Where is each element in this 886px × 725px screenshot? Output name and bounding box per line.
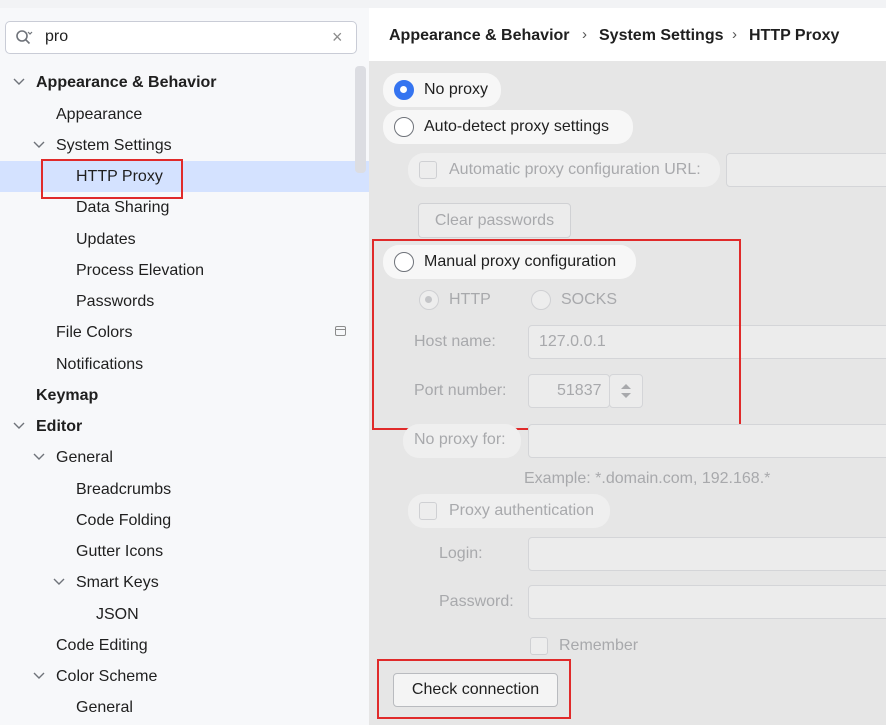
- tree-item-label: JSON: [96, 606, 139, 623]
- tree-item-json[interactable]: JSON: [0, 599, 369, 630]
- no-proxy-example-hint: Example: *.domain.com, 192.168.*: [524, 470, 771, 487]
- auto-config-url-field[interactable]: [726, 153, 886, 187]
- tree-item-label: Code Editing: [56, 637, 148, 654]
- chevron-down-icon[interactable]: [32, 130, 46, 161]
- tree-item-file-colors[interactable]: File Colors: [0, 317, 369, 348]
- tree-item-general[interactable]: General: [0, 442, 369, 473]
- login-field[interactable]: [528, 537, 886, 571]
- tree-item-smart-keys[interactable]: Smart Keys: [0, 567, 369, 598]
- breadcrumb: Appearance & Behavior › System Settings …: [369, 8, 886, 61]
- password-field[interactable]: [528, 585, 886, 619]
- highlight-box-check-connection: [377, 659, 571, 719]
- search-icon: [16, 30, 33, 45]
- auto-config-url-label: Automatic proxy configuration URL:: [449, 161, 701, 178]
- no-proxy-for-label: No proxy for:: [414, 431, 506, 448]
- breadcrumb-separator: ›: [732, 26, 737, 43]
- tree-item-data-sharing[interactable]: Data Sharing: [0, 192, 369, 223]
- tree-item-label: Data Sharing: [76, 199, 170, 216]
- project-level-icon: [335, 326, 346, 336]
- sidebar-scrollbar[interactable]: [355, 66, 366, 173]
- clear-search-icon[interactable]: ×: [332, 27, 343, 48]
- tree-item-label: Appearance: [56, 106, 143, 123]
- login-label: Login:: [439, 545, 483, 562]
- breadcrumb-item[interactable]: System Settings: [599, 27, 723, 45]
- chevron-down-icon[interactable]: [52, 567, 66, 598]
- tree-item-label: Gutter Icons: [76, 543, 164, 560]
- breadcrumb-item: HTTP Proxy: [749, 27, 840, 44]
- no-proxy-for-field[interactable]: [528, 424, 886, 458]
- chevron-down-icon[interactable]: [32, 661, 46, 692]
- tree-item-label: Code Folding: [76, 512, 172, 529]
- remember-label: Remember: [559, 637, 639, 654]
- top-strip: [0, 0, 886, 8]
- tree-item-appearance[interactable]: Appearance: [0, 99, 369, 130]
- tree-item-label: Passwords: [76, 293, 155, 310]
- tree-item-label: Breadcrumbs: [76, 481, 172, 498]
- tree-item-label: Editor: [36, 418, 83, 435]
- tree-item-label: Updates: [76, 231, 136, 248]
- tree-item-passwords[interactable]: Passwords: [0, 286, 369, 317]
- tree-item-code-editing[interactable]: Code Editing: [0, 630, 369, 661]
- chevron-down-icon[interactable]: [12, 67, 26, 98]
- tree-item-keymap[interactable]: Keymap: [0, 380, 369, 411]
- tree-item-label: Color Scheme: [56, 668, 158, 685]
- tree-item-updates[interactable]: Updates: [0, 224, 369, 255]
- tree-item-label: Notifications: [56, 356, 144, 373]
- tree-item-notifications[interactable]: Notifications: [0, 349, 369, 380]
- password-label: Password:: [439, 593, 514, 610]
- tree-item-appearance-behavior[interactable]: Appearance & Behavior: [0, 67, 369, 98]
- no-proxy-label: No proxy: [424, 81, 489, 98]
- tree-item-system-settings[interactable]: System Settings: [0, 130, 369, 161]
- tree-item-gutter-icons[interactable]: Gutter Icons: [0, 536, 369, 567]
- search-input[interactable]: pro ×: [5, 21, 357, 54]
- no-proxy-radio[interactable]: [394, 80, 414, 100]
- tree-item-color-scheme-general[interactable]: General: [0, 692, 369, 723]
- clear-passwords-button[interactable]: Clear passwords: [418, 203, 571, 238]
- breadcrumb-item[interactable]: Appearance & Behavior: [389, 27, 570, 45]
- tree-item-label: General: [76, 699, 133, 716]
- highlight-box-manual-proxy: [372, 239, 741, 430]
- tree-item-code-folding[interactable]: Code Folding: [0, 505, 369, 536]
- tree-item-label: Appearance & Behavior: [36, 74, 217, 91]
- tree-item-label: General: [56, 449, 113, 466]
- remember-checkbox[interactable]: [530, 637, 548, 655]
- search-value: pro: [45, 28, 69, 45]
- tree-item-color-scheme[interactable]: Color Scheme: [0, 661, 369, 692]
- tree-item-label: Process Elevation: [76, 262, 205, 279]
- tree-item-breadcrumbs[interactable]: Breadcrumbs: [0, 474, 369, 505]
- chevron-down-icon[interactable]: [12, 411, 26, 442]
- proxy-auth-label: Proxy authentication: [449, 502, 594, 519]
- tree-item-label: Smart Keys: [76, 574, 159, 591]
- breadcrumb-separator: ›: [582, 26, 587, 43]
- tree-item-label: File Colors: [56, 324, 133, 341]
- tree-item-label: System Settings: [56, 137, 172, 154]
- auto-detect-label: Auto-detect proxy settings: [424, 118, 609, 135]
- auto-detect-radio[interactable]: [394, 117, 414, 137]
- auto-config-url-checkbox[interactable]: [419, 161, 437, 179]
- proxy-auth-checkbox[interactable]: [419, 502, 437, 520]
- tree-item-label: Keymap: [36, 387, 99, 404]
- tree-item-process-elevation[interactable]: Process Elevation: [0, 255, 369, 286]
- tree-item-editor[interactable]: Editor: [0, 411, 369, 442]
- chevron-down-icon[interactable]: [32, 442, 46, 473]
